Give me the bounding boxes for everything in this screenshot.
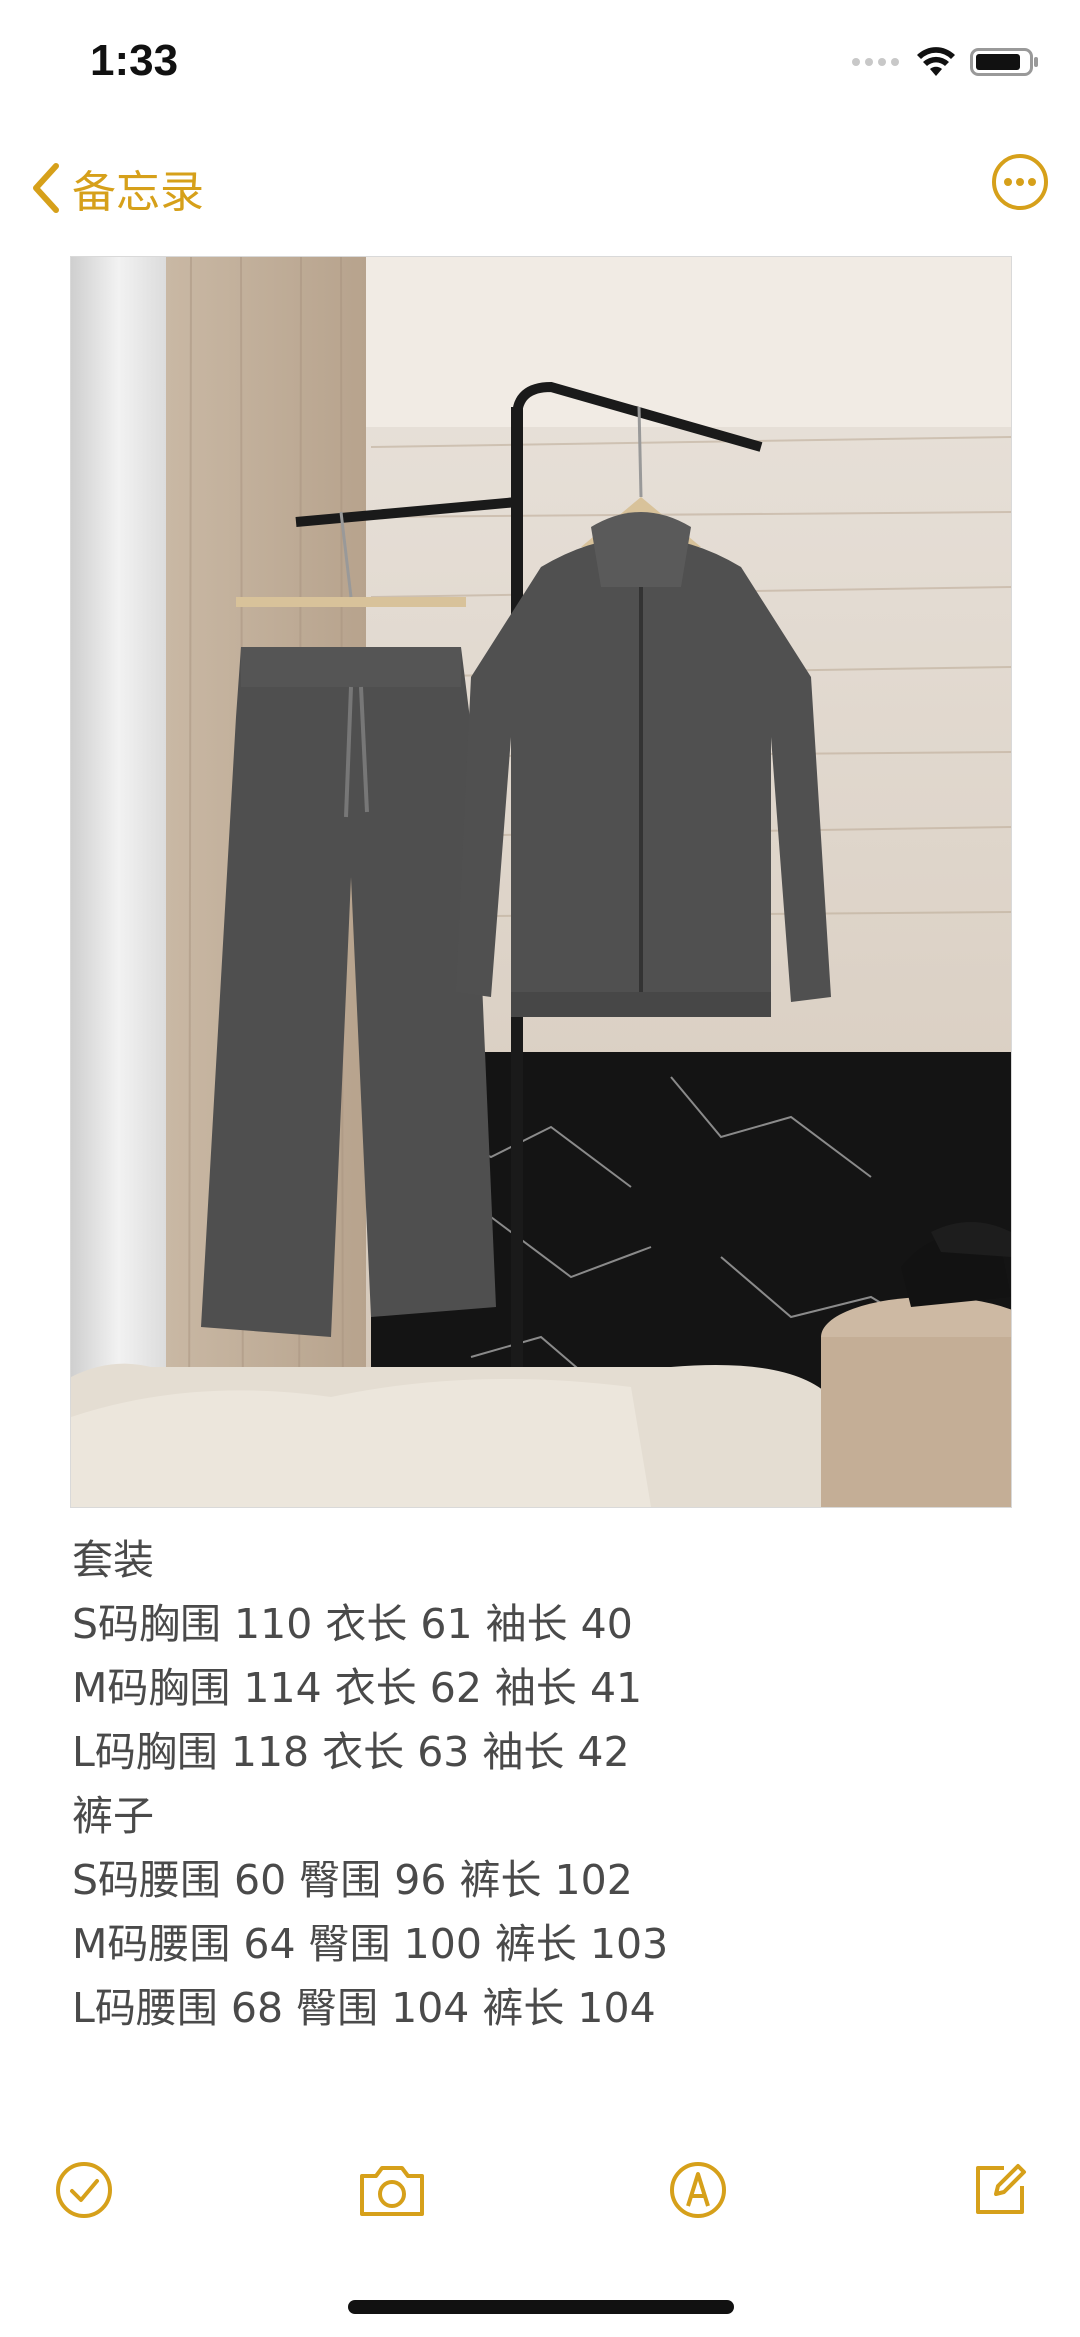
- note-body[interactable]: 套装 S码胸围 110 衣长 61 袖长 40 M码胸围 114 衣长 62 袖…: [72, 1528, 1012, 2040]
- status-icons: [850, 46, 1040, 78]
- ellipsis-circle-icon: [992, 154, 1048, 210]
- status-bar: 1:33: [0, 0, 1080, 130]
- compose-icon: [976, 2164, 1026, 2214]
- battery-icon: [970, 48, 1038, 76]
- note-line: 裤子: [72, 1792, 154, 1840]
- compose-button[interactable]: [970, 2160, 1030, 2224]
- back-label: 备忘录: [72, 167, 204, 218]
- note-line: L码胸围 118 衣长 63 袖长 42: [72, 1728, 630, 1776]
- camera-button[interactable]: [356, 2160, 428, 2224]
- checklist-icon: [56, 2162, 112, 2218]
- wifi-icon: [917, 47, 955, 76]
- more-button[interactable]: [990, 152, 1050, 216]
- markup-pen-icon: [670, 2162, 726, 2218]
- camera-icon: [360, 2166, 424, 2216]
- status-time: 1:33: [90, 36, 179, 85]
- checklist-button[interactable]: [54, 2160, 114, 2224]
- note-line: M码胸围 114 衣长 62 袖长 41: [72, 1664, 643, 1712]
- note-line: S码胸围 110 衣长 61 袖长 40: [72, 1600, 633, 1648]
- note-line: L码腰围 68 臀围 104 裤长 104: [72, 1984, 656, 2032]
- nav-bar: 备忘录: [0, 140, 1080, 230]
- note-photo[interactable]: [70, 256, 1012, 1508]
- note-line: 套装: [72, 1536, 154, 1584]
- note-line: S码腰围 60 臀围 96 裤长 102: [72, 1856, 633, 1904]
- chevron-left-icon: [33, 163, 59, 213]
- back-button[interactable]: 备忘录: [30, 156, 204, 220]
- home-indicator[interactable]: [348, 2300, 734, 2314]
- markup-button[interactable]: [668, 2160, 728, 2224]
- note-line: M码腰围 64 臀围 100 裤长 103: [72, 1920, 669, 1968]
- signal-icon: [852, 58, 899, 66]
- bottom-toolbar: [0, 2150, 1080, 2240]
